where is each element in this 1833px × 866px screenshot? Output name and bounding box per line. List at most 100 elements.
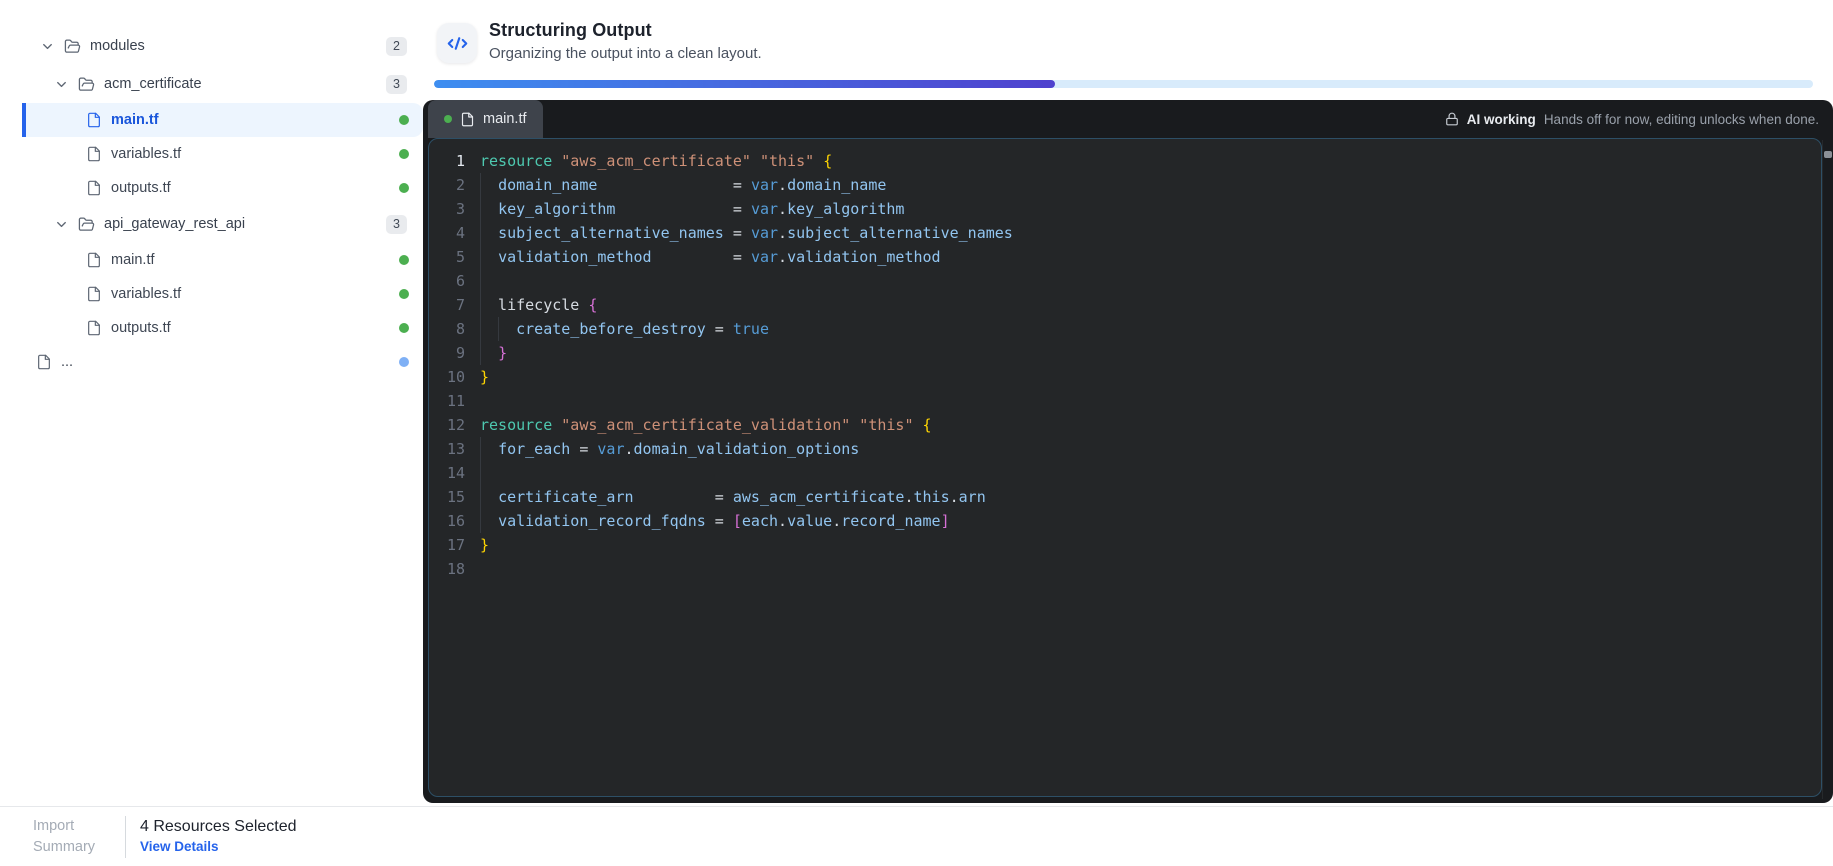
file-outputs-tf[interactable]: outputs.tf (0, 171, 423, 205)
file-icon (86, 180, 102, 196)
line-number: 4 (455, 224, 465, 242)
file-icon (86, 146, 102, 162)
file-variables-tf[interactable]: variables.tf (0, 277, 423, 311)
chevron-down-icon[interactable] (40, 39, 55, 54)
code-line-13: 13 for_each = var.domain_validation_opti… (429, 437, 1821, 461)
page-title: Structuring Output (489, 20, 652, 40)
code-line-7: 7 lifecycle { (429, 293, 1821, 317)
line-number: 10 (446, 368, 465, 386)
code-editor[interactable]: 1 resource "aws_acm_certificate" "this" {… (428, 138, 1822, 797)
code-line-12: 12 resource "aws_acm_certificate_validati… (429, 413, 1821, 437)
step-header-text: Structuring Output Organizing the output… (489, 20, 762, 62)
indent-guide (498, 317, 500, 341)
code-line-8: 8 create_before_destroy = true (429, 317, 1821, 341)
status-dot (399, 323, 409, 333)
view-details-link[interactable]: View Details (140, 839, 219, 854)
resources-selected-status: 4 Resources Selected (140, 817, 297, 835)
editor-scrollbar[interactable] (1822, 140, 1833, 799)
tree-item-label: modules (90, 38, 145, 54)
code-line-10: 10} (429, 365, 1821, 389)
indent-guide (480, 173, 481, 197)
code-line-9: 9 } (429, 341, 1821, 365)
tree-item-label: outputs.tf (111, 180, 171, 196)
line-number: 2 (455, 176, 465, 194)
line-number: 15 (446, 488, 465, 506)
folder-api_gateway_rest_api[interactable]: api_gateway_rest_api 3 (0, 205, 423, 243)
import-summary-label: Import Summary (33, 817, 96, 855)
file-variables-tf[interactable]: variables.tf (0, 137, 423, 171)
indent-guide (480, 461, 481, 485)
indent-guide (480, 269, 481, 293)
code-line-1: 1 resource "aws_acm_certificate" "this" { (429, 149, 1821, 173)
lock-icon (1445, 112, 1459, 126)
count-badge: 3 (386, 74, 407, 94)
tree-item-label: main.tf (111, 252, 155, 268)
file-tree-sidebar: modules 2 acm_certificate 3 main.tf variables… (0, 0, 423, 806)
page-subtitle: Organizing the output into a clean layou… (489, 45, 762, 62)
tab-label: main.tf (483, 111, 527, 127)
file-main-tf[interactable]: main.tf (22, 103, 423, 137)
folder-acm_certificate[interactable]: acm_certificate 3 (0, 65, 423, 103)
tree-item-label: main.tf (111, 112, 159, 128)
code-line-17: 17} (429, 533, 1821, 557)
footer-divider (125, 815, 126, 858)
file-main-tf[interactable]: main.tf (0, 243, 423, 277)
scrollbar-thumb[interactable] (1824, 151, 1832, 158)
status-dot (399, 289, 409, 299)
tree-item-label: api_gateway_rest_api (104, 216, 246, 232)
editor-panel: main.tf AI working Hands off for now, ed… (423, 100, 1833, 803)
tree-item-label: acm_certificate (104, 76, 202, 92)
tree-item-label: ... (61, 354, 74, 370)
status-dot (399, 115, 409, 125)
line-number: 3 (455, 200, 465, 218)
chevron-down-icon[interactable] (54, 77, 69, 92)
ai-working-text: Hands off for now, editing unlocks when … (1543, 111, 1819, 127)
footer-bar: Import Summary 4 Resources Selected View… (0, 806, 1833, 866)
line-number: 18 (446, 560, 465, 578)
ai-working-label: AI working (1466, 111, 1536, 127)
tab-main-tf[interactable]: main.tf (428, 100, 543, 138)
file-icon (86, 112, 102, 128)
code-line-14: 14 (429, 461, 1821, 485)
tree-item-label: outputs.tf (111, 320, 171, 336)
chevron-down-icon[interactable] (54, 217, 69, 232)
line-number: 8 (455, 320, 465, 338)
indent-guide (480, 485, 481, 509)
line-number: 9 (455, 344, 465, 362)
tree-item-label: variables.tf (111, 286, 182, 302)
resources-summary: 4 Resources Selected View Details (140, 818, 297, 856)
code-line-11: 11 (429, 389, 1821, 413)
tree-item-label: variables.tf (111, 146, 182, 162)
code-line-2: 2 domain_name = var.domain_name (429, 173, 1821, 197)
folder-open-icon (78, 216, 95, 233)
selected-indicator (22, 103, 26, 137)
status-dot (399, 255, 409, 265)
file-more[interactable]: ... (0, 345, 423, 379)
line-number: 13 (446, 440, 465, 458)
file-icon (86, 286, 102, 302)
line-number: 1 (455, 152, 465, 170)
code-lines: 1 resource "aws_acm_certificate" "this" {… (429, 149, 1821, 581)
line-number: 5 (455, 248, 465, 266)
code-line-4: 4 subject_alternative_names = var.subjec… (429, 221, 1821, 245)
status-dot (444, 115, 452, 123)
count-badge: 3 (386, 214, 407, 234)
file-icon (36, 354, 52, 370)
indent-guide (480, 509, 481, 533)
ai-working-notice: AI working Hands off for now, editing un… (1445, 100, 1833, 138)
indent-guide (480, 293, 481, 317)
indent-guide (480, 197, 481, 221)
count-badge: 2 (386, 36, 407, 56)
file-outputs-tf[interactable]: outputs.tf (0, 311, 423, 345)
line-number: 11 (446, 392, 465, 410)
status-dot (399, 357, 409, 367)
folder-modules[interactable]: modules 2 (0, 27, 423, 65)
file-icon (86, 252, 102, 268)
line-number: 7 (455, 296, 465, 314)
indent-guide (480, 245, 481, 269)
file-icon (86, 320, 102, 336)
progress-bar (434, 80, 1813, 88)
indent-guide (480, 221, 481, 245)
file-tree: modules 2 acm_certificate 3 main.tf variables… (0, 27, 423, 379)
status-dot (399, 183, 409, 193)
